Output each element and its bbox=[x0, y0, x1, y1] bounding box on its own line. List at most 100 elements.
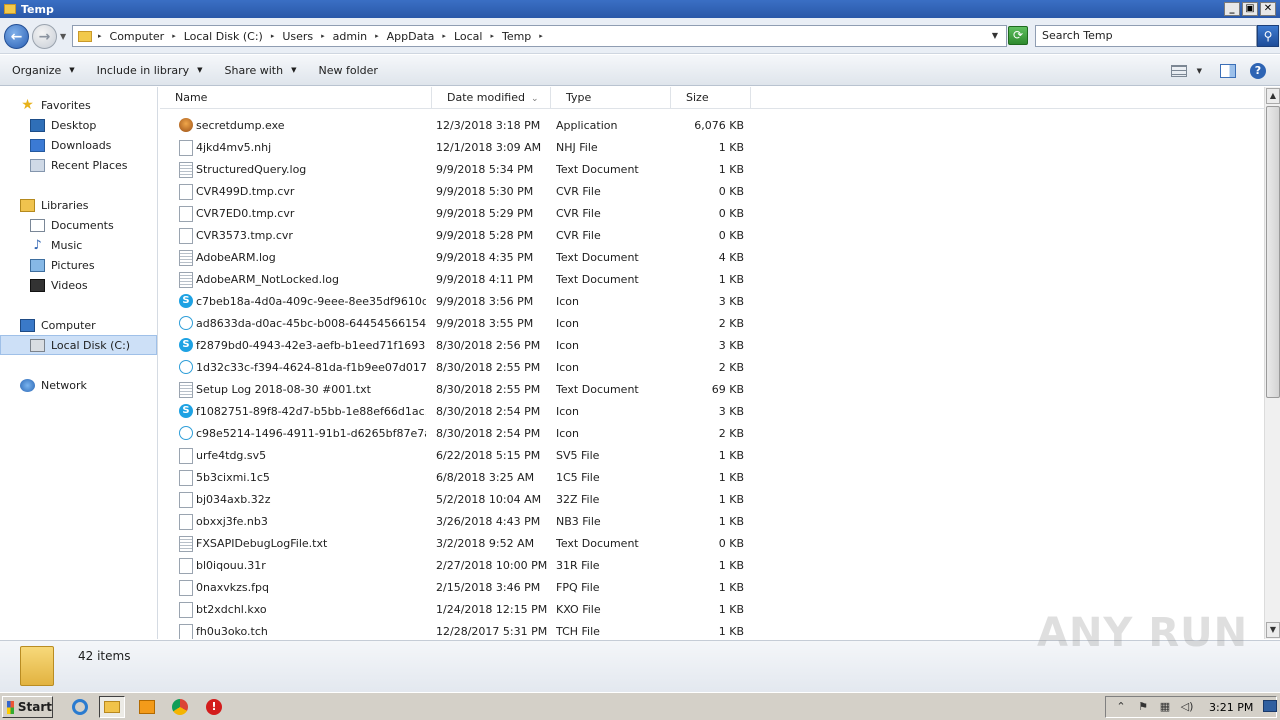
change-view-icon[interactable] bbox=[1170, 64, 1187, 77]
nav-pictures[interactable]: Pictures bbox=[30, 256, 95, 274]
maximize-button[interactable]: ▣ bbox=[1242, 2, 1258, 16]
file-date-modified: 8/30/2018 2:54 PM bbox=[436, 427, 541, 440]
windows-logo-icon bbox=[7, 700, 14, 714]
file-row[interactable]: CVR3573.tmp.cvr 9/9/2018 5:28 PM CVR File 0… bbox=[160, 225, 1264, 247]
file-row[interactable]: ad8633da-d0ac-45bc-b008-644545661546.t..… bbox=[160, 313, 1264, 335]
file-type: 32Z File bbox=[556, 493, 600, 506]
file-row[interactable]: CVR499D.tmp.cvr 9/9/2018 5:30 PM CVR File 0… bbox=[160, 181, 1264, 203]
back-button[interactable]: ← bbox=[4, 24, 29, 49]
nav-libraries[interactable]: Libraries bbox=[20, 196, 89, 214]
forward-button[interactable]: → bbox=[32, 24, 57, 49]
file-icon bbox=[179, 228, 193, 244]
file-date-modified: 3/2/2018 9:52 AM bbox=[436, 537, 535, 550]
file-row[interactable]: Sf2879bd0-4943-42e3-aefb-b1eed71f1693.t.… bbox=[160, 335, 1264, 357]
nav-desktop[interactable]: Desktop bbox=[30, 116, 96, 134]
nav-documents[interactable]: Documents bbox=[30, 216, 114, 234]
help-icon[interactable]: ? bbox=[1250, 62, 1266, 79]
nav-music[interactable]: ♪ Music bbox=[30, 236, 82, 254]
start-button[interactable]: Start bbox=[2, 696, 53, 718]
clock[interactable]: 3:21 PM bbox=[1209, 701, 1253, 714]
view-options-dropdown[interactable]: ▼ bbox=[1197, 67, 1202, 75]
internet-explorer-icon[interactable] bbox=[67, 696, 93, 718]
breadcrumb-appdata[interactable]: AppData ▸ bbox=[387, 30, 446, 43]
scroll-up-arrow-icon[interactable]: ▲ bbox=[1266, 88, 1280, 104]
file-type: Icon bbox=[556, 339, 579, 352]
file-row[interactable]: CVR7ED0.tmp.cvr 9/9/2018 5:29 PM CVR File 0… bbox=[160, 203, 1264, 225]
nav-local-disk[interactable]: Local Disk (C:) bbox=[30, 336, 130, 354]
breadcrumb-local[interactable]: Local ▸ bbox=[454, 30, 494, 43]
column-header-name[interactable]: Name bbox=[160, 87, 432, 109]
address-history-dropdown[interactable]: ▼ bbox=[992, 31, 998, 40]
file-size: 1 KB bbox=[718, 603, 744, 616]
file-row[interactable]: StructuredQuery.log 9/9/2018 5:34 PM Text … bbox=[160, 159, 1264, 181]
stop-app-icon[interactable]: ! bbox=[201, 696, 227, 718]
file-row[interactable]: AdobeARM.log 9/9/2018 4:35 PM Text Documen… bbox=[160, 247, 1264, 269]
file-name: CVR499D.tmp.cvr bbox=[196, 185, 295, 198]
refresh-button[interactable]: ⟳ bbox=[1008, 26, 1028, 45]
file-row[interactable]: Sf1082751-89f8-42d7-b5bb-1e88ef66d1ac.t.… bbox=[160, 401, 1264, 423]
scroll-thumb[interactable] bbox=[1266, 106, 1280, 398]
nav-computer[interactable]: Computer bbox=[20, 316, 96, 334]
file-row[interactable]: Setup Log 2018-08-30 #001.txt 8/30/2018 2… bbox=[160, 379, 1264, 401]
chrome-icon[interactable] bbox=[167, 696, 193, 718]
address-bar[interactable]: ▸ Computer ▸ Local Disk (C:) ▸ Users ▸ admi… bbox=[72, 25, 1007, 47]
media-player-icon[interactable] bbox=[134, 696, 160, 718]
file-row[interactable]: obxxj3fe.nb3 3/26/2018 4:43 PM NB3 File 1 K… bbox=[160, 511, 1264, 533]
file-icon bbox=[179, 624, 193, 639]
share-with-button[interactable]: Share with ▼ bbox=[225, 64, 297, 77]
action-center-flag-icon[interactable]: ⚑ bbox=[1136, 700, 1150, 714]
breadcrumb-computer[interactable]: Computer ▸ bbox=[110, 30, 176, 43]
column-header-size[interactable]: Size bbox=[671, 87, 751, 109]
file-date-modified: 9/9/2018 4:35 PM bbox=[436, 251, 534, 264]
recent-pages-dropdown[interactable]: ▼ bbox=[60, 32, 66, 41]
search-input[interactable]: Search Temp bbox=[1035, 25, 1257, 47]
file-row[interactable]: bl0iqouu.31r 2/27/2018 10:00 PM 31R File 1 … bbox=[160, 555, 1264, 577]
file-date-modified: 1/24/2018 12:15 PM bbox=[436, 603, 548, 616]
nav-network[interactable]: Network bbox=[20, 376, 87, 394]
close-button[interactable]: ✕ bbox=[1260, 2, 1276, 16]
file-name: f2879bd0-4943-42e3-aefb-b1eed71f1693.t..… bbox=[196, 339, 426, 352]
file-row[interactable]: urfe4tdg.sv5 6/22/2018 5:15 PM SV5 File 1 K… bbox=[160, 445, 1264, 467]
scroll-down-arrow-icon[interactable]: ▼ bbox=[1266, 622, 1280, 638]
file-row[interactable]: AdobeARM_NotLocked.log 9/9/2018 4:11 PM Te… bbox=[160, 269, 1264, 291]
file-row[interactable]: Sc7beb18a-4d0a-409c-9eee-8ee35df9610d.t.… bbox=[160, 291, 1264, 313]
file-date-modified: 9/9/2018 5:34 PM bbox=[436, 163, 534, 176]
file-row[interactable]: 1d32c33c-f394-4624-81da-f1b9ee07d017.t..… bbox=[160, 357, 1264, 379]
file-row[interactable]: secretdump.exe 12/3/2018 3:18 PM Applicati… bbox=[160, 115, 1264, 137]
show-desktop-icon[interactable] bbox=[1263, 700, 1277, 712]
file-row[interactable]: 0naxvkzs.fpq 2/15/2018 3:46 PM FPQ File 1 K… bbox=[160, 577, 1264, 599]
nav-recent-places[interactable]: Recent Places bbox=[30, 156, 128, 174]
text-file-icon bbox=[179, 382, 193, 398]
computer-icon bbox=[20, 318, 35, 332]
breadcrumb-temp[interactable]: Temp ▸ bbox=[502, 30, 543, 43]
network-tray-icon[interactable]: ▦ bbox=[1158, 700, 1172, 714]
vertical-scrollbar[interactable]: ▲ ▼ bbox=[1264, 87, 1280, 639]
chevron-right-icon[interactable]: ▸ bbox=[98, 32, 102, 40]
file-date-modified: 12/28/2017 5:31 PM bbox=[436, 625, 548, 638]
file-row[interactable]: c98e5214-1496-4911-91b1-d6265bf87e7a.t..… bbox=[160, 423, 1264, 445]
file-type: SV5 File bbox=[556, 449, 600, 462]
file-row[interactable]: bj034axb.32z 5/2/2018 10:04 AM 32Z File 1 K… bbox=[160, 489, 1264, 511]
column-header-type[interactable]: Type bbox=[551, 87, 671, 109]
include-in-library-button[interactable]: Include in library ▼ bbox=[97, 64, 203, 77]
breadcrumb-users[interactable]: Users ▸ bbox=[282, 30, 324, 43]
file-row[interactable]: FXSAPIDebugLogFile.txt 3/2/2018 9:52 AM Te… bbox=[160, 533, 1264, 555]
show-hidden-icons-icon[interactable]: ⌃ bbox=[1114, 700, 1128, 714]
column-header-date-modified[interactable]: Date modified bbox=[432, 87, 551, 109]
skype-outline-icon bbox=[179, 426, 193, 440]
skype-icon: S bbox=[179, 404, 193, 418]
file-row[interactable]: 4jkd4mv5.nhj 12/1/2018 3:09 AM NHJ File 1 K… bbox=[160, 137, 1264, 159]
nav-videos[interactable]: Videos bbox=[30, 276, 88, 294]
file-row[interactable]: 5b3cixmi.1c5 6/8/2018 3:25 AM 1C5 File 1 KB bbox=[160, 467, 1264, 489]
breadcrumb-admin[interactable]: admin ▸ bbox=[333, 30, 379, 43]
preview-pane-icon[interactable] bbox=[1220, 63, 1236, 78]
organize-button[interactable]: Organize ▼ bbox=[12, 64, 75, 77]
minimize-button[interactable]: _ bbox=[1224, 2, 1240, 16]
new-folder-button[interactable]: New folder bbox=[318, 64, 377, 77]
nav-favorites[interactable]: ★ Favorites bbox=[20, 96, 90, 114]
nav-downloads[interactable]: Downloads bbox=[30, 136, 111, 154]
search-icon[interactable]: ⚲ bbox=[1257, 25, 1279, 47]
breadcrumb-local-disk[interactable]: Local Disk (C:) ▸ bbox=[184, 30, 275, 43]
volume-icon[interactable]: ◁) bbox=[1180, 700, 1194, 714]
windows-explorer-icon[interactable] bbox=[99, 696, 125, 718]
